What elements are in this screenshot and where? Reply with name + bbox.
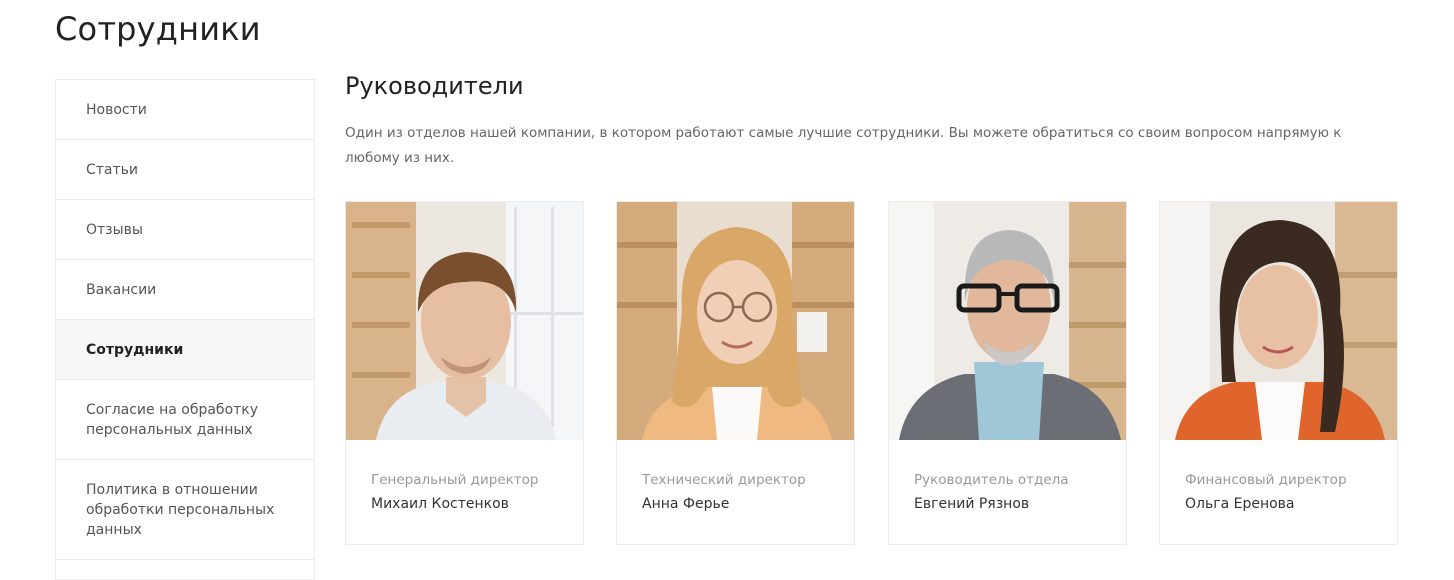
sidebar-item-label: Статьи [86, 161, 139, 178]
employee-role: Генеральный директор [371, 472, 539, 488]
sidebar-item-label: Сотрудники [86, 341, 184, 358]
employee-photo [346, 202, 583, 440]
employee-role: Технический директор [642, 472, 806, 488]
employee-card[interactable]: Финансовый директор Ольга Еренова [1159, 201, 1398, 545]
sidebar-menu: Новости Статьи Отзывы Вакансии Сотрудник… [55, 79, 315, 580]
employee-name[interactable]: Ольга Еренова [1185, 496, 1295, 512]
sidebar-item-label: Согласие на обработку персональных данны… [86, 401, 259, 438]
section-title: Руководители [345, 72, 524, 100]
section-description: Один из отделов нашей компании, в которо… [345, 125, 1342, 166]
sidebar-item-reviews[interactable]: Отзывы [56, 200, 314, 260]
sidebar-item-label: Вакансии [86, 281, 157, 298]
employee-name[interactable]: Михаил Костенков [371, 496, 509, 512]
employee-photo [889, 202, 1126, 440]
sidebar-item-news[interactable]: Новости [56, 80, 314, 140]
sidebar-item-next[interactable] [56, 560, 314, 580]
page-title: Сотрудники [55, 10, 261, 48]
sidebar-item-label: Политика в отношении обработки персональ… [86, 481, 275, 538]
employee-role: Финансовый директор [1185, 472, 1347, 488]
sidebar-item-consent[interactable]: Согласие на обработку персональных данны… [56, 380, 314, 460]
sidebar-item-employees[interactable]: Сотрудники [56, 320, 314, 380]
employee-name[interactable]: Анна Ферье [642, 496, 729, 512]
employee-role: Руководитель отдела [914, 472, 1069, 488]
employee-card[interactable]: Руководитель отдела Евгений Рязнов [888, 201, 1127, 545]
employee-name[interactable]: Евгений Рязнов [914, 496, 1029, 512]
employee-card[interactable]: Технический директор Анна Ферье [616, 201, 855, 545]
sidebar-item-privacy-policy[interactable]: Политика в отношении обработки персональ… [56, 460, 314, 560]
sidebar-item-label: Новости [86, 101, 147, 118]
sidebar-item-vacancies[interactable]: Вакансии [56, 260, 314, 320]
employee-photo [1160, 202, 1397, 440]
sidebar-item-label: Отзывы [86, 221, 143, 238]
employee-photo [617, 202, 854, 440]
sidebar-item-articles[interactable]: Статьи [56, 140, 314, 200]
employee-card[interactable]: Генеральный директор Михаил Костенков [345, 201, 584, 545]
